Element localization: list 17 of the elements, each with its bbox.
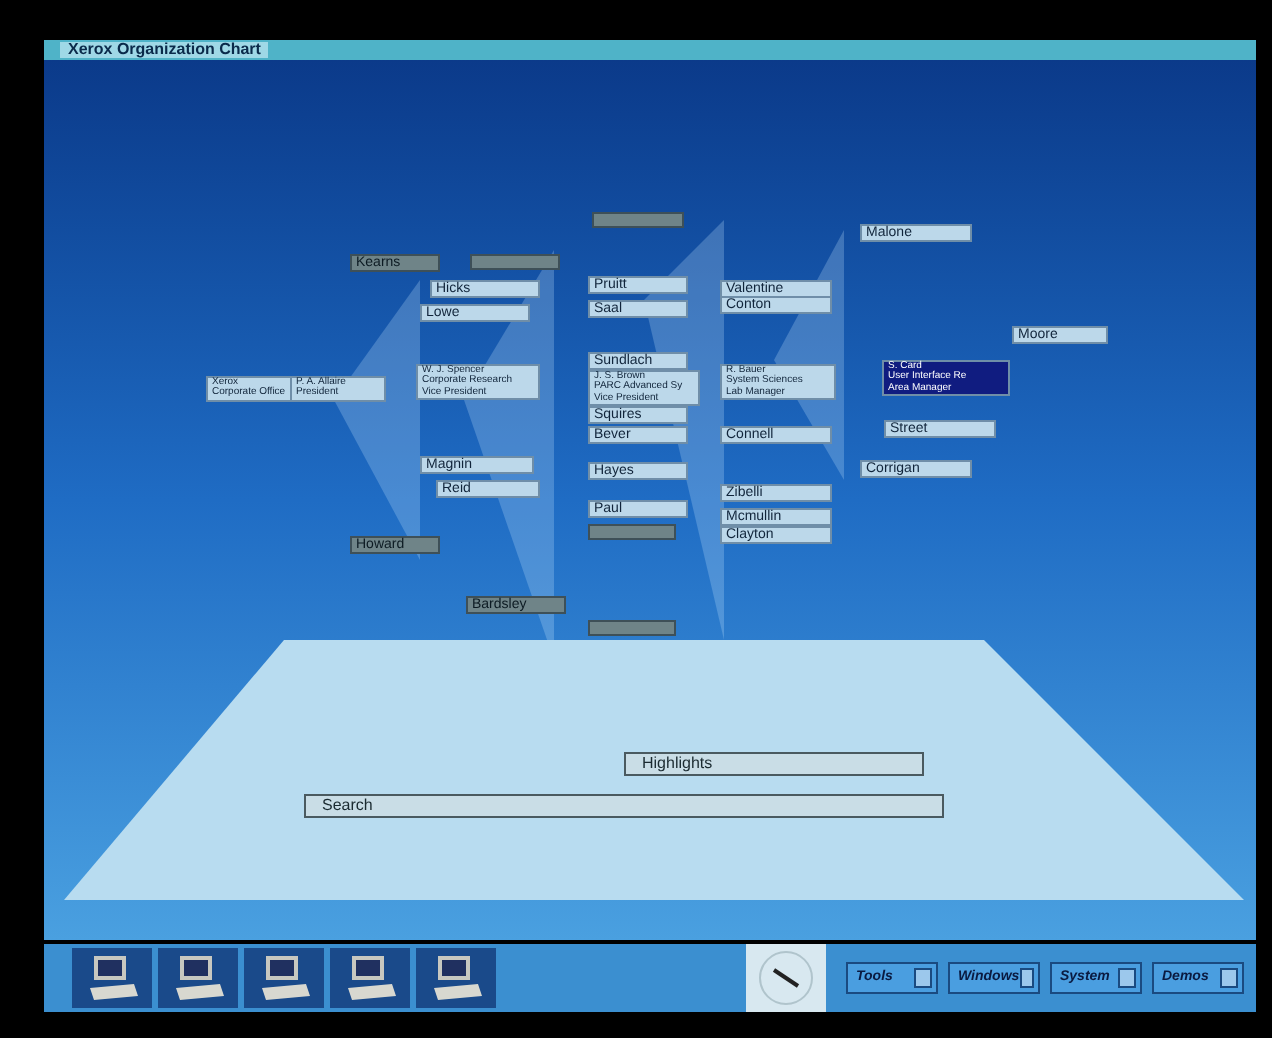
square-icon	[1118, 968, 1136, 988]
org-node[interactable]	[588, 620, 676, 636]
computer-icon[interactable]	[72, 948, 152, 1008]
computer-icon[interactable]	[330, 948, 410, 1008]
window-title: Xerox Organization Chart	[60, 42, 269, 58]
floor-button[interactable]: Highlights	[624, 752, 924, 776]
org-node[interactable]	[470, 254, 560, 270]
square-icon	[1019, 968, 1034, 988]
org-node[interactable]	[588, 524, 676, 540]
floor-button[interactable]: Search	[304, 794, 944, 818]
square-icon	[914, 968, 932, 988]
computer-icon[interactable]	[244, 948, 324, 1008]
computer-icon[interactable]	[158, 948, 238, 1008]
computer-icon[interactable]	[416, 948, 496, 1008]
clock-icon	[746, 944, 826, 1012]
org-node[interactable]	[592, 212, 684, 228]
square-icon	[1220, 968, 1238, 988]
